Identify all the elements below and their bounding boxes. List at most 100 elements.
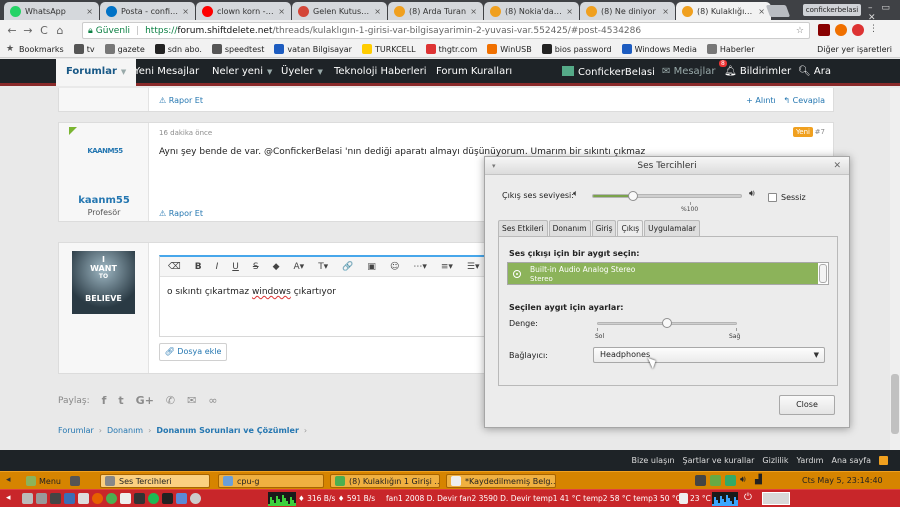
bookmark-item[interactable]: tv xyxy=(73,44,95,54)
dialog-tab[interactable]: Donanım xyxy=(548,220,591,236)
nav-tech-news[interactable]: Teknoloji Haberleri xyxy=(334,66,427,77)
underline-icon[interactable]: U xyxy=(232,262,239,272)
tab-close-icon[interactable]: × xyxy=(566,7,573,16)
close-button[interactable]: Close xyxy=(779,395,835,415)
nav-rules[interactable]: Forum Kuralları xyxy=(436,66,512,77)
bookmark-item[interactable]: speedtest xyxy=(211,44,264,54)
editor-text[interactable]: o sıkıntı çıkartmaz windows çıkartıyor xyxy=(167,287,336,297)
page-scrollbar[interactable] xyxy=(890,88,900,450)
twitter-icon[interactable]: t xyxy=(118,394,123,407)
nav-forums[interactable]: Forumlar ▼ xyxy=(56,59,137,86)
breadcrumb-item[interactable]: Donanım xyxy=(107,426,143,435)
bookmark-item[interactable]: WinUSB xyxy=(487,44,532,54)
close-icon[interactable]: ✕ xyxy=(833,157,841,175)
nav-new-messages[interactable]: Yeni Mesajlar xyxy=(134,66,199,77)
nav-search[interactable]: 🔍︎ Ara xyxy=(798,66,831,77)
remove-format-icon[interactable]: ⌫ xyxy=(168,262,181,272)
footer-link[interactable]: Gizlilik xyxy=(762,456,788,465)
files-icon[interactable] xyxy=(22,493,33,504)
bookmark-item[interactable]: sdn abo. xyxy=(154,44,202,54)
window-menu-icon[interactable]: ▾ xyxy=(492,157,496,175)
firefox-icon[interactable] xyxy=(92,493,103,504)
color-icon[interactable]: ◆ xyxy=(273,262,280,272)
bookmark-item[interactable]: TURKCELL xyxy=(361,44,416,54)
facebook-icon[interactable]: f xyxy=(102,394,107,407)
attach-file-button[interactable]: 🔗︎ Dosya ekle xyxy=(159,343,227,361)
tab-close-icon[interactable]: × xyxy=(470,7,477,16)
reload-icon[interactable]: C xyxy=(36,24,52,37)
browser-tab[interactable]: (8) Nokia'dan A × xyxy=(484,2,579,20)
mute-checkbox[interactable] xyxy=(768,193,777,202)
browser-tab[interactable]: (8) Kulaklığın 1 × xyxy=(676,2,771,20)
rss-icon[interactable] xyxy=(879,456,888,465)
footer-link[interactable]: Şartlar ve kurallar xyxy=(683,456,755,465)
browser-tab[interactable]: Posta - conficke × xyxy=(100,2,195,20)
bookmarks-menu[interactable]: ★ Bookmarks xyxy=(6,44,64,54)
menu-dots-icon[interactable]: ⋮ xyxy=(869,24,878,36)
username[interactable]: kaanm55 xyxy=(59,195,149,206)
start-menu-button[interactable]: Menu xyxy=(22,474,84,488)
spotify-icon[interactable] xyxy=(148,493,159,504)
update-icon[interactable] xyxy=(725,475,736,486)
breadcrumb-item[interactable]: Forumlar xyxy=(58,426,94,435)
italic-icon[interactable]: I xyxy=(216,262,219,272)
quote-button[interactable]: + Alıntı xyxy=(746,96,776,105)
scrollbar-thumb[interactable] xyxy=(891,374,899,434)
extension-orange-icon[interactable] xyxy=(835,24,847,36)
output-device-list[interactable]: Built-in Audio Analog Stereo Stereo xyxy=(507,262,829,285)
report-link[interactable]: ⚠ Rapor Et xyxy=(159,209,203,218)
avatar[interactable]: I WANT TO BELIEVE xyxy=(72,251,135,314)
nav-whats-new[interactable]: Neler yeni ▼ xyxy=(212,66,272,77)
nav-members[interactable]: Üyeler ▼ xyxy=(281,66,323,77)
tab-close-icon[interactable]: × xyxy=(182,7,189,16)
bookmark-item[interactable]: bios password xyxy=(541,44,612,54)
tab-close-icon[interactable]: × xyxy=(758,7,765,16)
tab-close-icon[interactable]: × xyxy=(374,7,381,16)
dialog-tab[interactable]: Uygulamalar xyxy=(644,220,700,236)
taskbar-window-button[interactable]: (8) Kulaklığın 1 Girişi ... xyxy=(330,474,440,488)
breadcrumb-item[interactable]: Donanım Sorunları ve Çözümler xyxy=(156,426,299,435)
nav-user[interactable]: ConfickerBelasi xyxy=(562,66,655,78)
terminal-icon[interactable] xyxy=(69,476,80,486)
settings-icon[interactable] xyxy=(36,493,47,504)
taskbar-window-button[interactable]: Ses Tercihleri xyxy=(100,474,210,488)
connector-select[interactable]: Headphones ▼ xyxy=(593,347,825,363)
bookmark-item[interactable]: gazete xyxy=(104,44,145,54)
dialog-tab[interactable]: Ses Etkileri xyxy=(498,220,548,236)
reply-button[interactable]: ↰ Cevapla xyxy=(783,96,825,105)
new-tab-button[interactable] xyxy=(765,5,791,17)
forward-icon[interactable]: → xyxy=(20,24,36,37)
mail-icon[interactable] xyxy=(64,493,75,504)
balance-slider-knob[interactable] xyxy=(662,318,672,328)
browser-tab[interactable]: clown korn - Ya × xyxy=(196,2,291,20)
terminal-icon[interactable] xyxy=(50,493,61,504)
dialog-tab[interactable]: Giriş xyxy=(591,220,617,236)
back-icon[interactable]: ← xyxy=(4,24,20,37)
bookmark-item[interactable]: thgtr.com xyxy=(425,44,477,54)
show-desktop-icon[interactable]: ◂ xyxy=(6,475,11,485)
footer-link[interactable]: Bize ulaşın xyxy=(632,456,675,465)
clock-icon[interactable] xyxy=(190,493,201,504)
device-list-scrollbar[interactable] xyxy=(819,264,827,283)
email-icon[interactable]: ✉ xyxy=(187,394,196,407)
browser-tab[interactable]: (8) Ne diniyor × xyxy=(580,2,675,20)
power-icon[interactable]: ⏻ xyxy=(744,492,752,503)
other-bookmarks[interactable]: Diğer yer işaretleri xyxy=(817,45,892,54)
dialog-titlebar[interactable]: ▾ Ses Tercihleri ✕ xyxy=(485,157,849,175)
shield-icon[interactable] xyxy=(710,475,721,486)
strikethrough-icon[interactable]: S xyxy=(253,262,259,272)
monitor-icon[interactable] xyxy=(162,493,173,504)
bookmark-item[interactable]: Haberler xyxy=(706,44,755,54)
link-icon[interactable]: 🔗 xyxy=(342,262,353,272)
ublock-icon[interactable] xyxy=(818,24,830,36)
extension-red-icon[interactable] xyxy=(852,24,864,36)
align-icon[interactable]: ≡▾ xyxy=(441,262,453,272)
taskbar-window-button[interactable]: cpu-g xyxy=(218,474,324,488)
panel-arrow-icon[interactable]: ◂ xyxy=(6,493,11,503)
device-item-selected[interactable]: Built-in Audio Analog Stereo Stereo xyxy=(508,263,818,284)
post-time[interactable]: 16 dakika önce xyxy=(159,129,212,137)
list-icon[interactable]: ☰▾ xyxy=(467,262,480,272)
nav-notifications[interactable]: 🔔︎ 8 Bildirimler xyxy=(719,60,791,77)
calendar-icon[interactable] xyxy=(78,493,89,504)
post-number[interactable]: #7 xyxy=(815,128,825,136)
